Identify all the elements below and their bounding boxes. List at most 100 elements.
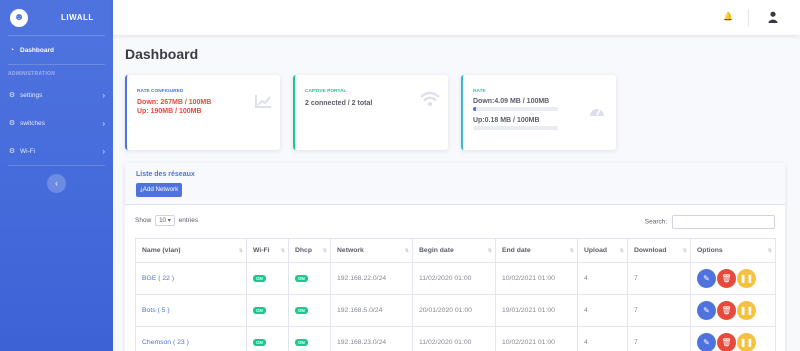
networks-title: Liste des réseaux bbox=[136, 171, 195, 178]
user-avatar-icon[interactable] bbox=[768, 11, 778, 26]
sort-icon: ⇅ bbox=[569, 248, 574, 254]
chevron-down-icon: ▾ bbox=[167, 217, 171, 224]
pencil-icon: ✎ bbox=[703, 306, 710, 315]
gauge-graphic bbox=[590, 108, 604, 116]
networks-panel-header: Liste des réseaux ⤓Add Network bbox=[125, 163, 785, 205]
col-header-dhcp[interactable]: Dhcp ⇅ bbox=[288, 238, 331, 263]
wifi-status-badge: ON bbox=[253, 339, 266, 346]
rate-up: Up:0.18 MB / 100MB bbox=[473, 117, 540, 124]
gear-icon: ⚙ bbox=[8, 92, 16, 99]
sidebar-item-label: Wi-Fi bbox=[20, 147, 36, 155]
network-name-link[interactable]: BGE ( 22 ) bbox=[142, 275, 174, 282]
options-cell: ✎ 🗑 ❚❚ bbox=[690, 262, 776, 295]
add-network-label: Add Network bbox=[142, 186, 179, 193]
edit-button[interactable]: ✎ bbox=[697, 269, 716, 288]
search-input[interactable] bbox=[672, 215, 775, 229]
card-rate: RATE Down:4.09 MB / 100MB Up:0.18 MB / 1… bbox=[461, 75, 616, 150]
sort-icon: ⇅ bbox=[619, 248, 624, 254]
sidebar-item-label: Dashboard bbox=[20, 46, 54, 54]
add-network-button[interactable]: ⤓Add Network bbox=[136, 183, 183, 197]
pencil-icon: ✎ bbox=[703, 274, 710, 283]
edit-button[interactable]: ✎ bbox=[697, 301, 716, 320]
download-cell: 7 bbox=[627, 326, 691, 351]
col-header-wifi[interactable]: Wi-Fi ⇅ bbox=[246, 238, 289, 263]
bell-icon[interactable]: 🔔 bbox=[723, 12, 733, 21]
sidebar-item-settings[interactable]: ⚙ settings › bbox=[0, 81, 113, 109]
search-label: Search: bbox=[644, 218, 668, 226]
col-header-end-date[interactable]: End date ⇅ bbox=[495, 238, 578, 263]
chart-area-graphic bbox=[255, 95, 271, 108]
tachometer-icon: ◔ bbox=[9, 46, 15, 54]
chevron-right-icon: › bbox=[102, 90, 105, 100]
sidebar-item-label: switches bbox=[20, 119, 45, 127]
sidebar-divider bbox=[8, 165, 105, 166]
begin-date-cell: 20/01/2020 01:00 bbox=[412, 294, 496, 327]
brand-logo-icon: ☻ bbox=[10, 8, 28, 27]
topbar-divider bbox=[748, 9, 749, 26]
network-name-link[interactable]: Bots ( 5 ) bbox=[142, 307, 170, 314]
col-header-download[interactable]: Download ⇅ bbox=[627, 238, 691, 263]
sort-icon: ⇅ bbox=[682, 248, 687, 254]
delete-button[interactable]: 🗑 bbox=[717, 301, 736, 320]
chevron-right-icon: › bbox=[102, 146, 105, 156]
wifi-graphic bbox=[420, 91, 440, 106]
gauge-icon bbox=[588, 103, 606, 120]
trash-icon: 🗑 bbox=[721, 306, 732, 315]
table-row: BGE ( 22 ) ON ON 192.168.22.0/24 11/02/2… bbox=[135, 262, 776, 295]
network-cell: 192.168.23.0/24 bbox=[330, 326, 413, 351]
sidebar-item-dashboard[interactable]: ◔ Dashboard bbox=[0, 36, 113, 64]
search-area: Search: bbox=[645, 215, 775, 229]
chart-area-icon bbox=[255, 95, 271, 111]
pause-button[interactable]: ❚❚ bbox=[737, 333, 756, 351]
network-name-link[interactable]: Chemson ( 23 ) bbox=[142, 339, 189, 346]
sidebar-item-label: settings bbox=[20, 91, 43, 99]
col-header-options[interactable]: Options ⇅ bbox=[690, 238, 776, 263]
upload-cell: 4 bbox=[577, 326, 628, 351]
page-size-select[interactable]: 10 ▾ bbox=[155, 215, 175, 226]
edit-button[interactable]: ✎ bbox=[697, 333, 716, 351]
end-date-cell: 10/02/2021 01:00 bbox=[495, 326, 578, 351]
pause-button[interactable]: ❚❚ bbox=[737, 301, 756, 320]
options-cell: ✎ 🗑 ❚❚ bbox=[690, 326, 776, 351]
sort-icon: ⇅ bbox=[404, 248, 409, 254]
delete-button[interactable]: 🗑 bbox=[717, 333, 736, 351]
sidebar-toggle-button[interactable]: ‹ bbox=[47, 174, 66, 193]
wifi-status-badge: ON bbox=[253, 275, 266, 282]
sidebar-item-wifi[interactable]: ⚙ Wi-Fi › bbox=[0, 137, 113, 165]
download-cell: 7 bbox=[627, 262, 691, 295]
networks-panel: Liste des réseaux ⤓Add Network Show 10 ▾… bbox=[125, 163, 785, 351]
network-cell: 192.168.5.0/24 bbox=[330, 294, 413, 327]
table-row: Bots ( 5 ) ON ON 192.168.5.0/24 20/01/20… bbox=[135, 294, 776, 327]
end-date-cell: 10/02/2021 01:00 bbox=[495, 262, 578, 295]
sort-icon: ⇅ bbox=[322, 248, 327, 254]
topbar: 🔔 bbox=[113, 0, 800, 35]
dhcp-status-badge: ON bbox=[295, 339, 308, 346]
networks-table: Name (vlan) ⇅ Wi-Fi ⇅ Dhcp ⇅ Network ⇅ Begin… bbox=[135, 238, 776, 351]
captive-portal-value: 2 connected / 2 total bbox=[305, 100, 373, 107]
wifi-status-badge: ON bbox=[253, 307, 266, 314]
col-header-upload[interactable]: Upload ⇅ bbox=[577, 238, 628, 263]
col-header-begin-date[interactable]: Begin date ⇅ bbox=[412, 238, 496, 263]
user-avatar-graphic bbox=[768, 11, 778, 23]
rate-down-bar bbox=[473, 107, 558, 111]
chevron-left-icon: ‹ bbox=[55, 179, 58, 188]
sidebar-item-switches[interactable]: ⚙ switches › bbox=[0, 109, 113, 137]
pause-icon: ❚❚ bbox=[739, 274, 754, 283]
dhcp-status-badge: ON bbox=[295, 275, 308, 282]
pencil-icon: ✎ bbox=[703, 338, 710, 347]
rate-down-bar-fill bbox=[473, 107, 477, 111]
pause-icon: ❚❚ bbox=[739, 338, 754, 347]
pause-button[interactable]: ❚❚ bbox=[737, 269, 756, 288]
begin-date-cell: 11/02/2020 01:00 bbox=[412, 262, 496, 295]
col-header-network[interactable]: Network ⇅ bbox=[330, 238, 413, 263]
sort-icon: ⇅ bbox=[238, 248, 243, 254]
col-header-name[interactable]: Name (vlan) ⇅ bbox=[135, 238, 247, 263]
gear-icon: ⚙ bbox=[8, 148, 16, 155]
dhcp-status-badge: ON bbox=[295, 307, 308, 314]
delete-button[interactable]: 🗑 bbox=[717, 269, 736, 288]
trash-icon: 🗑 bbox=[721, 338, 732, 347]
card-title: RATE CONFIGURED bbox=[137, 89, 184, 94]
brand-name: LIWALL bbox=[61, 13, 94, 22]
brand[interactable]: ☻ LIWALL bbox=[0, 0, 113, 35]
page-size-value: 10 bbox=[159, 217, 166, 224]
